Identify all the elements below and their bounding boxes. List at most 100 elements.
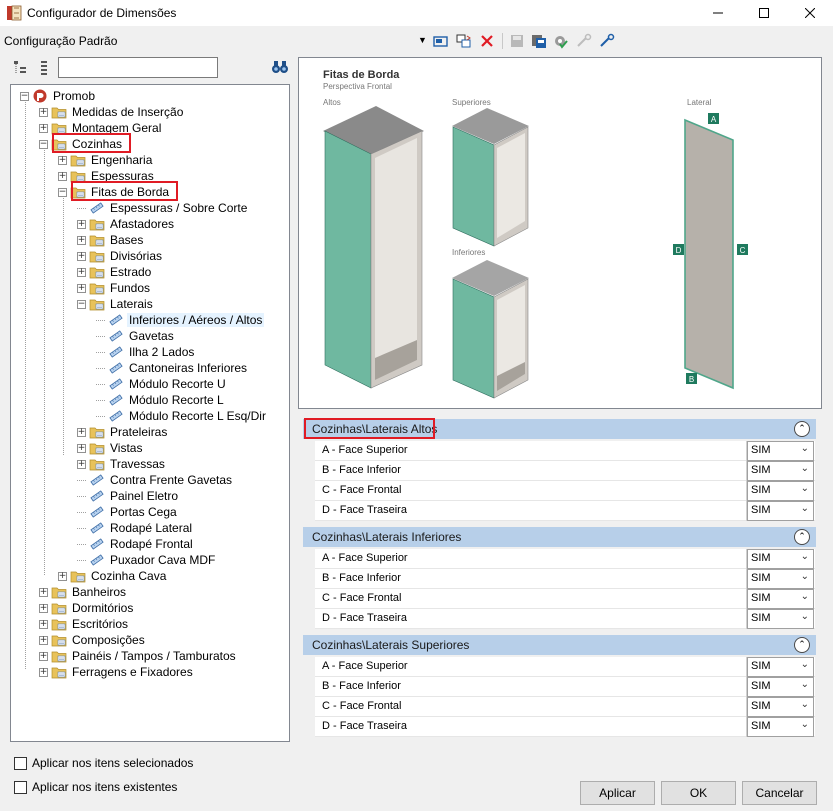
- tree-item-fitas[interactable]: − Fitas de Borda: [58, 181, 178, 201]
- value-dropdown[interactable]: SIM ⌄: [747, 717, 814, 737]
- tree-item-divisorias[interactable]: + Divisórias: [77, 248, 164, 264]
- value-dropdown[interactable]: SIM ⌄: [747, 657, 814, 677]
- delete-icon[interactable]: [478, 33, 496, 49]
- save-icon[interactable]: [508, 33, 526, 49]
- tree-item-vistas[interactable]: + Vistas: [77, 440, 144, 456]
- value-dropdown[interactable]: SIM ⌄: [747, 589, 814, 609]
- tree-item-recorte-u[interactable]: Módulo Recorte U: [96, 376, 228, 392]
- tree-item-root[interactable]: − Promob: [20, 88, 97, 104]
- value-dropdown[interactable]: SIM ⌄: [747, 549, 814, 569]
- tree-item-dormitorios[interactable]: + Dormitórios: [39, 600, 135, 616]
- apply-selected-option[interactable]: Aplicar nos itens selecionados: [14, 756, 193, 770]
- expand-node-icon[interactable]: +: [77, 427, 86, 437]
- collapse-section-icon[interactable]: ⌃: [794, 421, 810, 437]
- tree-item-contra-frente[interactable]: Contra Frente Gavetas: [77, 472, 234, 488]
- expand-node-icon[interactable]: +: [77, 459, 86, 469]
- section-header[interactable]: Cozinhas\Laterais Superiores ⌃: [303, 635, 816, 655]
- expand-node-icon[interactable]: +: [77, 267, 86, 277]
- expand-node-icon[interactable]: +: [39, 587, 48, 597]
- wrench-disabled-icon[interactable]: [575, 33, 593, 49]
- section-header[interactable]: Cozinhas\Laterais Inferiores ⌃: [303, 527, 816, 547]
- tree-item-gavetas[interactable]: Gavetas: [96, 328, 176, 344]
- expand-node-icon[interactable]: +: [39, 651, 48, 661]
- binoculars-search-icon[interactable]: [271, 59, 289, 75]
- dimension-icon[interactable]: [432, 33, 450, 49]
- expand-node-icon[interactable]: +: [39, 603, 48, 613]
- value-dropdown[interactable]: SIM ⌄: [747, 609, 814, 629]
- collapse-section-icon[interactable]: ⌃: [794, 637, 810, 653]
- value-dropdown[interactable]: SIM ⌄: [747, 441, 814, 461]
- tree-item-portas-cega[interactable]: Portas Cega: [77, 504, 179, 520]
- expand-node-icon[interactable]: +: [77, 251, 86, 261]
- value-dropdown[interactable]: SIM ⌄: [747, 481, 814, 501]
- value-dropdown[interactable]: SIM ⌄: [747, 569, 814, 589]
- tree-item-composicoes[interactable]: + Composições: [39, 632, 147, 648]
- tree-item-inferiores-aereos[interactable]: Inferiores / Aéreos / Altos: [96, 312, 265, 328]
- expand-node-icon[interactable]: +: [77, 443, 86, 453]
- expand-tree-icon[interactable]: [36, 60, 52, 76]
- config-tree[interactable]: − Promob + Medidas de Inserção + Montagem Ger…: [10, 84, 290, 742]
- tree-item-rodape-lateral[interactable]: Rodapé Lateral: [77, 520, 194, 536]
- collapse-node-icon[interactable]: −: [39, 139, 48, 149]
- value-dropdown[interactable]: SIM ⌄: [747, 697, 814, 717]
- tree-item-escritorios[interactable]: + Escritórios: [39, 616, 130, 632]
- tree-item-painel-eletro[interactable]: Painel Eletro: [77, 488, 180, 504]
- tree-item-ferragens[interactable]: + Ferragens e Fixadores: [39, 664, 195, 680]
- tree-item-prateleiras[interactable]: + Prateleiras: [77, 424, 169, 440]
- expand-node-icon[interactable]: +: [77, 235, 86, 245]
- collapse-node-icon[interactable]: −: [20, 91, 29, 101]
- tree-item-bases[interactable]: + Bases: [77, 232, 145, 248]
- close-button[interactable]: [787, 0, 833, 26]
- expand-node-icon[interactable]: +: [58, 155, 67, 165]
- expand-node-icon[interactable]: +: [58, 171, 67, 181]
- cancel-button[interactable]: Cancelar: [742, 781, 817, 805]
- expand-node-icon[interactable]: +: [77, 219, 86, 229]
- apply-existing-option[interactable]: Aplicar nos itens existentes: [14, 780, 177, 794]
- ok-button[interactable]: OK: [661, 781, 736, 805]
- collapse-section-icon[interactable]: ⌃: [794, 529, 810, 545]
- tree-item-travessas[interactable]: + Travessas: [77, 456, 167, 472]
- expand-node-icon[interactable]: +: [58, 571, 67, 581]
- tree-item-recorte-l[interactable]: Módulo Recorte L: [96, 392, 226, 408]
- expand-node-icon[interactable]: +: [39, 635, 48, 645]
- tree-item-estrado[interactable]: + Estrado: [77, 264, 153, 280]
- tree-item-rodape-frontal[interactable]: Rodapé Frontal: [77, 536, 195, 552]
- tree-item-recorte-l-esq[interactable]: Módulo Recorte L Esq/Dir: [96, 408, 268, 424]
- expand-node-icon[interactable]: +: [77, 283, 86, 293]
- collapse-node-icon[interactable]: −: [77, 299, 86, 309]
- tree-item-cantoneiras[interactable]: Cantoneiras Inferiores: [96, 360, 249, 376]
- copy-icon[interactable]: [455, 33, 473, 49]
- tree-item-ilha[interactable]: Ilha 2 Lados: [96, 344, 196, 360]
- expand-node-icon[interactable]: +: [39, 123, 48, 133]
- tree-item-afastadores[interactable]: + Afastadores: [77, 216, 176, 232]
- dropdown-arrow-icon[interactable]: ▼: [418, 35, 427, 45]
- save-as-icon[interactable]: [530, 33, 548, 49]
- expand-node-icon[interactable]: +: [39, 667, 48, 677]
- apply-button[interactable]: Aplicar: [580, 781, 655, 805]
- tools-icon[interactable]: [598, 33, 616, 49]
- tree-item-paineis[interactable]: + Painéis / Tampos / Tamburatos: [39, 648, 238, 664]
- tree-item-fundos[interactable]: + Fundos: [77, 280, 152, 296]
- tree-item-cozinhas[interactable]: − Cozinhas: [39, 133, 131, 153]
- folder-icon: [89, 299, 105, 311]
- minimize-button[interactable]: [695, 0, 741, 26]
- collapse-tree-icon[interactable]: [13, 60, 29, 76]
- tree-item-medidas[interactable]: + Medidas de Inserção: [39, 104, 185, 120]
- tree-item-laterais[interactable]: − Laterais: [77, 296, 155, 312]
- maximize-button[interactable]: [741, 0, 787, 26]
- apply-selected-checkbox[interactable]: [14, 756, 27, 770]
- value-dropdown[interactable]: SIM ⌄: [747, 501, 814, 521]
- apply-existing-checkbox[interactable]: [14, 780, 27, 794]
- collapse-node-icon[interactable]: −: [58, 187, 67, 197]
- expand-node-icon[interactable]: +: [39, 619, 48, 629]
- tree-item-puxador[interactable]: Puxador Cava MDF: [77, 552, 217, 568]
- tree-item-cozinha-cava[interactable]: + Cozinha Cava: [58, 568, 168, 584]
- settings-check-icon[interactable]: [552, 33, 570, 49]
- tree-item-espessuras-sobre[interactable]: Espessuras / Sobre Corte: [77, 200, 249, 216]
- search-input[interactable]: [58, 57, 218, 78]
- expand-node-icon[interactable]: +: [39, 107, 48, 117]
- tree-item-banheiros[interactable]: + Banheiros: [39, 584, 128, 600]
- value-dropdown[interactable]: SIM ⌄: [747, 461, 814, 481]
- tree-item-engenharia[interactable]: + Engenharia: [58, 152, 154, 168]
- value-dropdown[interactable]: SIM ⌄: [747, 677, 814, 697]
